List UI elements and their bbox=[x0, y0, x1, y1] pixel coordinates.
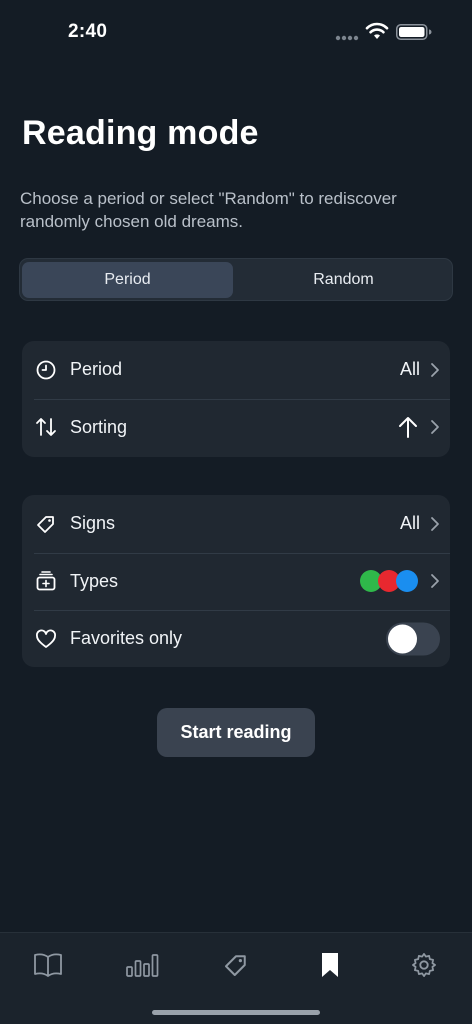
mode-segmented-control: Period Random bbox=[19, 258, 453, 301]
types-label: Types bbox=[70, 570, 119, 591]
tag-icon bbox=[37, 515, 54, 533]
tag-icon bbox=[225, 955, 246, 976]
period-row[interactable]: Period All bbox=[22, 341, 450, 399]
status-bar: 2:40 bbox=[0, 0, 472, 64]
period-label: Period bbox=[70, 359, 123, 380]
heart-icon bbox=[36, 629, 56, 648]
chevron-right-icon bbox=[431, 516, 439, 531]
tab-reading[interactable] bbox=[310, 945, 350, 985]
sort-arrows-icon bbox=[36, 418, 56, 437]
chevron-right-icon bbox=[431, 420, 439, 435]
signs-row[interactable]: Signs All bbox=[22, 495, 450, 553]
tab-signs[interactable] bbox=[216, 945, 256, 985]
arrow-up-icon bbox=[399, 417, 417, 439]
gear-icon bbox=[412, 953, 436, 977]
status-time: 2:40 bbox=[68, 21, 108, 42]
battery-icon bbox=[396, 24, 432, 40]
sorting-label: Sorting bbox=[70, 416, 128, 437]
page-title: Reading mode bbox=[22, 114, 259, 152]
signs-value: All bbox=[399, 513, 420, 534]
chevron-right-icon bbox=[431, 574, 439, 589]
toggle-knob bbox=[388, 624, 417, 654]
types-row[interactable]: Types bbox=[22, 552, 450, 611]
tab-settings[interactable] bbox=[404, 945, 444, 985]
reading-mode-screen: 2:40 Reading mode Choose a period or sel… bbox=[0, 0, 472, 1024]
start-reading-button[interactable]: Start reading bbox=[157, 708, 315, 757]
clock-icon bbox=[36, 360, 56, 380]
sorting-row[interactable]: Sorting bbox=[22, 398, 450, 457]
period-sorting-card: Period All Sorting bbox=[22, 341, 450, 457]
signs-label: Signs bbox=[70, 513, 116, 534]
stats-icon bbox=[126, 954, 159, 977]
segment-random[interactable]: Random bbox=[238, 262, 449, 298]
tab-journal[interactable] bbox=[28, 945, 68, 985]
home-indicator bbox=[152, 1010, 320, 1015]
bookmark-icon bbox=[322, 953, 338, 977]
cellular-signal-icon bbox=[335, 35, 359, 41]
tab-stats[interactable] bbox=[122, 945, 162, 985]
types-icon bbox=[36, 571, 56, 591]
period-value: All bbox=[399, 359, 420, 380]
favorites-row: Favorites only bbox=[22, 610, 450, 668]
type-dot-blue bbox=[396, 570, 418, 593]
favorites-toggle[interactable] bbox=[386, 622, 440, 656]
chevron-right-icon bbox=[431, 362, 439, 377]
page-subtitle: Choose a period or select "Random" to re… bbox=[20, 189, 397, 231]
favorites-label: Favorites only bbox=[70, 628, 183, 649]
segment-period[interactable]: Period bbox=[22, 262, 233, 298]
type-color-dots bbox=[360, 570, 418, 593]
filters-card: Signs All Types Favorites only bbox=[22, 495, 450, 667]
book-icon bbox=[34, 953, 62, 977]
wifi-icon bbox=[365, 22, 389, 39]
